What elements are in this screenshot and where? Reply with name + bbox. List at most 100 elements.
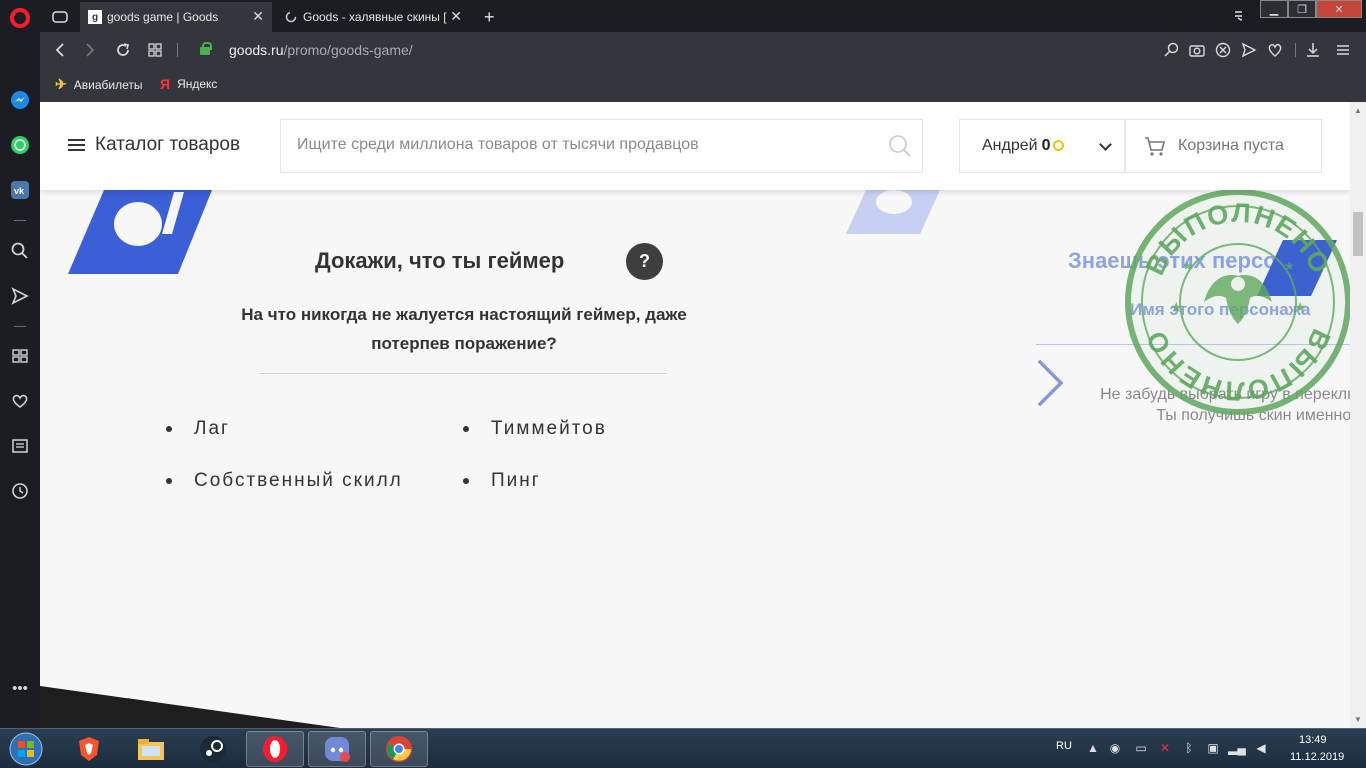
user-menu[interactable]: Андрей 0 xyxy=(959,119,1125,173)
cart-label: Корзина пуста xyxy=(1178,137,1284,154)
search-icon[interactable] xyxy=(888,134,912,158)
clock-date[interactable]: 11.12.2019 xyxy=(1290,751,1344,763)
bullet-icon xyxy=(166,426,172,432)
close-icon[interactable]: ✕ xyxy=(252,8,264,25)
lock-icon[interactable] xyxy=(200,42,212,55)
tray-alert-icon[interactable]: ✕ xyxy=(1158,741,1172,755)
folder-icon xyxy=(138,739,164,760)
back-button[interactable] xyxy=(50,40,70,60)
coin-icon xyxy=(1053,140,1065,151)
brave-icon xyxy=(79,737,99,761)
tab-bar: g goods game | Goods ✕ Goods - халявные … xyxy=(40,0,1366,32)
answer-option[interactable]: Собственный скилл xyxy=(166,470,403,492)
messenger-icon[interactable] xyxy=(9,89,31,111)
quiz-question: На что никогда не жалуется настоящий гей… xyxy=(241,305,687,353)
sidebar-divider xyxy=(14,220,26,221)
tab-menu-button[interactable] xyxy=(44,2,78,32)
bookmark-yandex[interactable]: Я Яндекс xyxy=(160,76,217,92)
bookmark-avia[interactable]: ✈ Авиабилеты xyxy=(55,76,142,93)
svg-text:vk: vk xyxy=(14,186,25,196)
catalog-button[interactable]: Каталог товаров xyxy=(68,134,240,156)
language-indicator[interactable]: RU xyxy=(1056,740,1072,752)
catalog-label: Каталог товаров xyxy=(95,134,241,155)
bluetooth-icon[interactable]: ᛒ xyxy=(1182,741,1196,755)
tray-device-icon[interactable]: ▣ xyxy=(1206,741,1220,755)
taskbar-brave[interactable] xyxy=(60,731,118,767)
loading-spinner-icon xyxy=(284,10,298,24)
scroll-down-arrow[interactable]: ▼ xyxy=(1354,715,1362,724)
network-signal-icon[interactable]: ▂▄ xyxy=(1228,741,1246,755)
news-icon[interactable] xyxy=(9,435,31,457)
adblock-icon[interactable] xyxy=(1213,40,1233,60)
url-path: /promo/goods-game/ xyxy=(283,42,413,58)
url-field[interactable]: goods.ru/promo/goods-game/ xyxy=(229,42,413,58)
tray-arrow-icon[interactable]: ▲ xyxy=(1086,741,1100,755)
start-button[interactable] xyxy=(4,731,48,767)
taskbar-explorer[interactable] xyxy=(122,731,180,767)
url-host: goods.ru xyxy=(229,42,284,58)
whatsapp-icon[interactable] xyxy=(9,134,31,156)
bookmark-label: Яндекс xyxy=(177,77,218,91)
user-info: Андрей 0 xyxy=(982,137,1065,155)
tab-list-icon[interactable] xyxy=(1226,0,1250,30)
web-page: Каталог товаров Андрей0 Корзина пуста До… xyxy=(40,102,1350,728)
page-scrollbar[interactable]: ▲ ▼ xyxy=(1350,102,1366,728)
more-icon[interactable]: ••• xyxy=(9,677,31,699)
close-icon[interactable]: ✕ xyxy=(450,8,462,25)
goods-g-icon: g xyxy=(88,10,102,24)
new-tab-button[interactable]: + xyxy=(476,2,502,32)
help-button[interactable]: ? xyxy=(626,243,663,280)
answer-option[interactable]: Лаг xyxy=(166,418,230,440)
user-name: Андрей xyxy=(982,137,1038,154)
tray-steam-icon[interactable]: ◉ xyxy=(1108,741,1122,755)
step-number-01-graphic xyxy=(68,190,212,274)
opera-sidebar: vk ••• xyxy=(0,0,40,728)
svg-text:★: ★ xyxy=(1294,299,1307,315)
taskbar-opera[interactable] xyxy=(246,731,304,767)
tab-goods-skins[interactable]: Goods - халявные скины [ ✕ xyxy=(276,2,470,32)
search-input[interactable] xyxy=(297,136,877,154)
vk-icon[interactable]: vk xyxy=(9,179,31,201)
volume-icon[interactable]: ◀ xyxy=(1254,741,1268,755)
tray-monitor-icon[interactable]: ▭ xyxy=(1134,741,1148,755)
search-icon[interactable] xyxy=(9,240,31,262)
step-number-02-graphic xyxy=(846,190,940,234)
cart-button[interactable]: Корзина пуста xyxy=(1125,119,1322,173)
zoom-icon[interactable] xyxy=(1162,40,1182,60)
taskbar-steam[interactable] xyxy=(184,731,242,767)
forward-button[interactable] xyxy=(80,40,100,60)
window-close-button[interactable]: ✕ xyxy=(1316,0,1362,18)
bullet-icon xyxy=(463,426,469,432)
scroll-thumb[interactable] xyxy=(1353,212,1363,256)
search-box xyxy=(280,119,923,173)
tabs-grid-icon[interactable] xyxy=(145,40,165,60)
svg-text:★: ★ xyxy=(1182,259,1193,273)
heart-icon[interactable] xyxy=(9,390,31,412)
send-icon[interactable] xyxy=(9,285,31,307)
send-page-icon[interactable] xyxy=(1239,40,1259,60)
answer-option[interactable]: Тиммейтов xyxy=(463,418,607,440)
site-header: Каталог товаров Андрей0 Корзина пуста xyxy=(40,102,1350,190)
answer-option[interactable]: Пинг xyxy=(463,470,541,492)
tab-title: goods game | Goods xyxy=(107,10,219,24)
tab-goods-game[interactable]: g goods game | Goods ✕ xyxy=(80,2,272,32)
quiz-divider xyxy=(260,373,667,374)
taskbar-discord[interactable] xyxy=(308,731,366,767)
chevron-down-icon xyxy=(1099,138,1112,151)
easy-setup-icon[interactable] xyxy=(1333,40,1353,60)
speed-dial-icon[interactable] xyxy=(9,345,31,367)
yandex-icon: Я xyxy=(160,76,171,92)
clock-time[interactable]: 13:49 xyxy=(1299,734,1327,746)
camera-icon[interactable] xyxy=(1187,40,1207,60)
bookmark-heart-icon[interactable] xyxy=(1265,40,1285,60)
scroll-up-arrow[interactable]: ▲ xyxy=(1354,106,1362,115)
reload-button[interactable] xyxy=(113,40,133,60)
taskbar-chrome[interactable] xyxy=(370,731,428,767)
download-icon[interactable] xyxy=(1303,40,1323,60)
minimize-button[interactable]: ▁ xyxy=(1260,0,1288,18)
history-icon[interactable] xyxy=(9,480,31,502)
plane-icon: ✈ xyxy=(55,76,67,92)
opera-icon xyxy=(263,736,287,762)
maximize-button[interactable]: ❐ xyxy=(1288,0,1316,18)
opera-logo-icon[interactable] xyxy=(10,8,30,28)
